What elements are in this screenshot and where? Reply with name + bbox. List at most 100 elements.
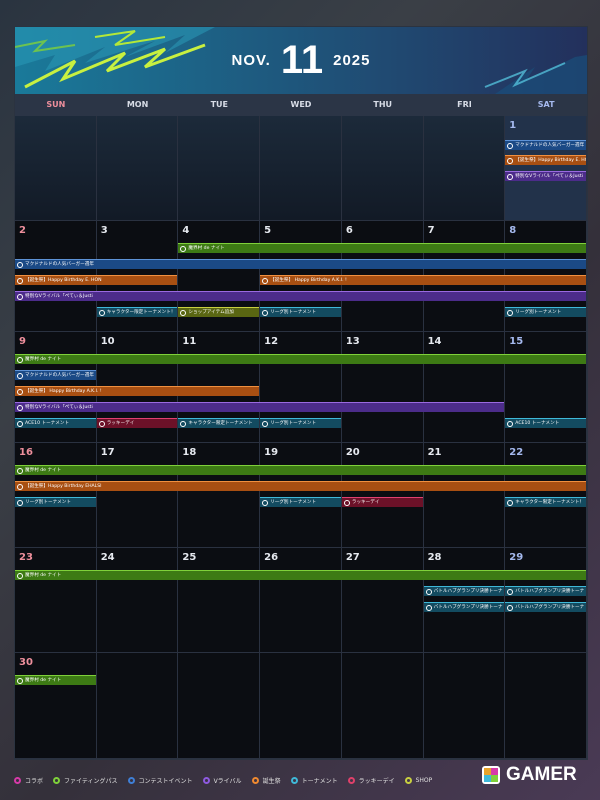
event-bar[interactable]: リーグ別トーナメント: [505, 307, 586, 317]
legend-ring-icon: [202, 776, 210, 784]
event-bar[interactable]: リーグ別トーナメント: [260, 418, 341, 428]
event-bar[interactable]: 魔界村 de ナイト: [15, 465, 586, 475]
day-number: 24: [100, 552, 115, 563]
day-cell: [178, 116, 261, 221]
event-label: ACE10 トーナメント: [25, 421, 70, 426]
event-bar[interactable]: 魔界村 de ナイト: [15, 570, 586, 580]
event-bar[interactable]: リーグ別トーナメント: [15, 497, 96, 507]
legend-label: コンテストイベント: [138, 777, 193, 785]
event-bar[interactable]: キャラクター限定トーナメント！: [96, 307, 178, 317]
event-bar[interactable]: 魔界村 de ナイト: [15, 675, 96, 685]
event-bar[interactable]: 魔界村 de ナイト: [178, 243, 586, 253]
event-label: リーグ別トーナメント: [270, 421, 317, 426]
event-category-dot-icon: [425, 589, 432, 595]
event-category-dot-icon: [262, 278, 269, 284]
day-cell[interactable]: 19: [260, 443, 342, 548]
event-bar[interactable]: バトルハブグランプリ決勝トーナ: [423, 602, 505, 612]
day-cell[interactable]: 21: [423, 443, 506, 548]
day-number: 15: [509, 336, 524, 347]
day-cell[interactable]: 22: [505, 443, 587, 548]
event-bar[interactable]: ラッキーデイ: [341, 497, 423, 507]
event-bar[interactable]: 特別なVライバル「ぺてぃ＆Justi: [15, 402, 505, 412]
day-number: 18: [182, 447, 197, 458]
day-number: 27: [345, 552, 360, 563]
day-cell[interactable]: 26: [260, 548, 342, 653]
event-bar[interactable]: ラッキーデイ: [96, 418, 178, 428]
day-number: 3: [100, 225, 108, 236]
day-cell[interactable]: 14: [423, 332, 506, 443]
event-bar[interactable]: バトルハブグランプリ決勝トーナ: [423, 586, 505, 596]
event-bar[interactable]: ACE10 トーナメント: [15, 418, 96, 428]
legend-item: 誕生祭: [251, 776, 281, 785]
event-label: 特別なVライバル「ぺてぃ＆Justi: [25, 405, 93, 410]
event-label: リーグ別トーナメント: [25, 500, 71, 505]
event-category-dot-icon: [17, 484, 23, 490]
day-cell[interactable]: 18: [178, 443, 261, 548]
legend-label: コラボ: [25, 777, 44, 785]
event-bar[interactable]: バトルハブグランプリ決勝トーナ: [505, 586, 586, 596]
day-cell[interactable]: 23: [15, 548, 97, 653]
event-bar[interactable]: 【誕生祭】 Happy Birthday A.K.I. !: [15, 386, 260, 396]
day-cell[interactable]: 27: [341, 548, 424, 653]
day-cell: [96, 116, 179, 221]
day-cell[interactable]: 16: [15, 443, 97, 548]
category-legend: コラボ ファイティングパス コンテストイベント Vライバル 誕生祭 トーナメント ラッキーデ…: [14, 770, 432, 790]
gamer-logo-text: GAMER: [506, 764, 577, 785]
event-category-dot-icon: [507, 174, 514, 180]
event-bar[interactable]: 特別なVライバル「ぺてぃ＆Justi: [505, 171, 586, 181]
legend-ring-icon: [14, 776, 21, 784]
event-label: 【誕生祭】Happy Birthday E. HON: [515, 158, 586, 163]
event-bar[interactable]: バトルハブグランプリ決勝トーナ: [505, 602, 586, 612]
event-bar[interactable]: マクドナルドの人気バーガー週年: [15, 259, 586, 269]
event-bar[interactable]: キャラクター限定トーナメント: [178, 418, 260, 428]
day-cell[interactable]: 17: [96, 443, 179, 548]
event-bar[interactable]: 【誕生祭】Happy Birthday E. HON: [15, 275, 178, 285]
legend-ring-icon: [251, 776, 259, 784]
day-number: 7: [427, 225, 435, 236]
event-category-dot-icon: [343, 500, 350, 506]
event-bar[interactable]: マクドナルドの人気バーガー週年: [15, 370, 96, 380]
event-label: ラッキーデイ: [351, 500, 380, 505]
legend-item: Vライバル: [202, 776, 242, 785]
day-cell[interactable]: 29: [505, 548, 587, 653]
event-label: ラッキーデイ: [106, 421, 135, 426]
day-cell: [341, 653, 424, 759]
event-bar[interactable]: 【誕生祭】Happy Birthday E. HON: [505, 155, 586, 165]
day-cell[interactable]: 25: [178, 548, 261, 653]
event-bar[interactable]: キャラクター限定トーナメント！: [505, 497, 586, 507]
day-number: 26: [264, 552, 279, 563]
day-cell[interactable]: 13: [341, 332, 424, 443]
weekday-thu: THU: [373, 100, 393, 109]
event-label: 魔界村 de ナイト: [188, 246, 225, 251]
event-label: バトルハブグランプリ決勝トーナ: [433, 589, 503, 594]
event-bar[interactable]: 【誕生祭】Happy Birthday EHALSI: [15, 481, 586, 491]
weekday-tue: TUE: [210, 100, 228, 109]
legend-label: トーナメント: [301, 777, 338, 785]
event-bar[interactable]: 魔界村 de ナイト: [15, 354, 586, 364]
event-label: バトルハブグランプリ決勝トーナ: [433, 605, 503, 610]
event-bar[interactable]: 【誕生祭】 Happy Birthday A.K.I. !: [260, 275, 586, 285]
day-cell[interactable]: 20: [341, 443, 424, 548]
event-category-dot-icon: [17, 278, 23, 284]
header-year: 2025: [333, 52, 371, 69]
day-cell[interactable]: 28: [423, 548, 506, 653]
event-bar[interactable]: リーグ別トーナメント: [260, 497, 341, 507]
event-label: ショップアイテム追加: [188, 310, 234, 315]
event-bar[interactable]: 特別なVライバル「ぺてぃ＆Justi: [15, 291, 586, 301]
day-number: 19: [264, 447, 279, 458]
event-label: 【誕生祭】 Happy Birthday A.K.I. !: [25, 389, 102, 394]
day-cell[interactable]: 30: [15, 653, 97, 759]
day-cell[interactable]: 24: [96, 548, 179, 653]
event-category-dot-icon: [17, 500, 23, 506]
event-label: 魔界村 de ナイト: [25, 573, 62, 578]
event-label: キャラクター限定トーナメント！: [106, 310, 176, 315]
day-cell[interactable]: 1: [505, 116, 587, 221]
event-bar[interactable]: ショップアイテム追加: [178, 307, 260, 317]
event-bar[interactable]: ACE10 トーナメント: [505, 418, 586, 428]
event-bar[interactable]: マクドナルドの人気バーガー週年: [505, 140, 586, 150]
weekday-fri: FRI: [457, 100, 472, 109]
day-number: 5: [264, 225, 272, 236]
day-number: 12: [264, 336, 279, 347]
event-label: ACE10 トーナメント: [515, 421, 560, 426]
event-bar[interactable]: リーグ別トーナメント: [260, 307, 341, 317]
